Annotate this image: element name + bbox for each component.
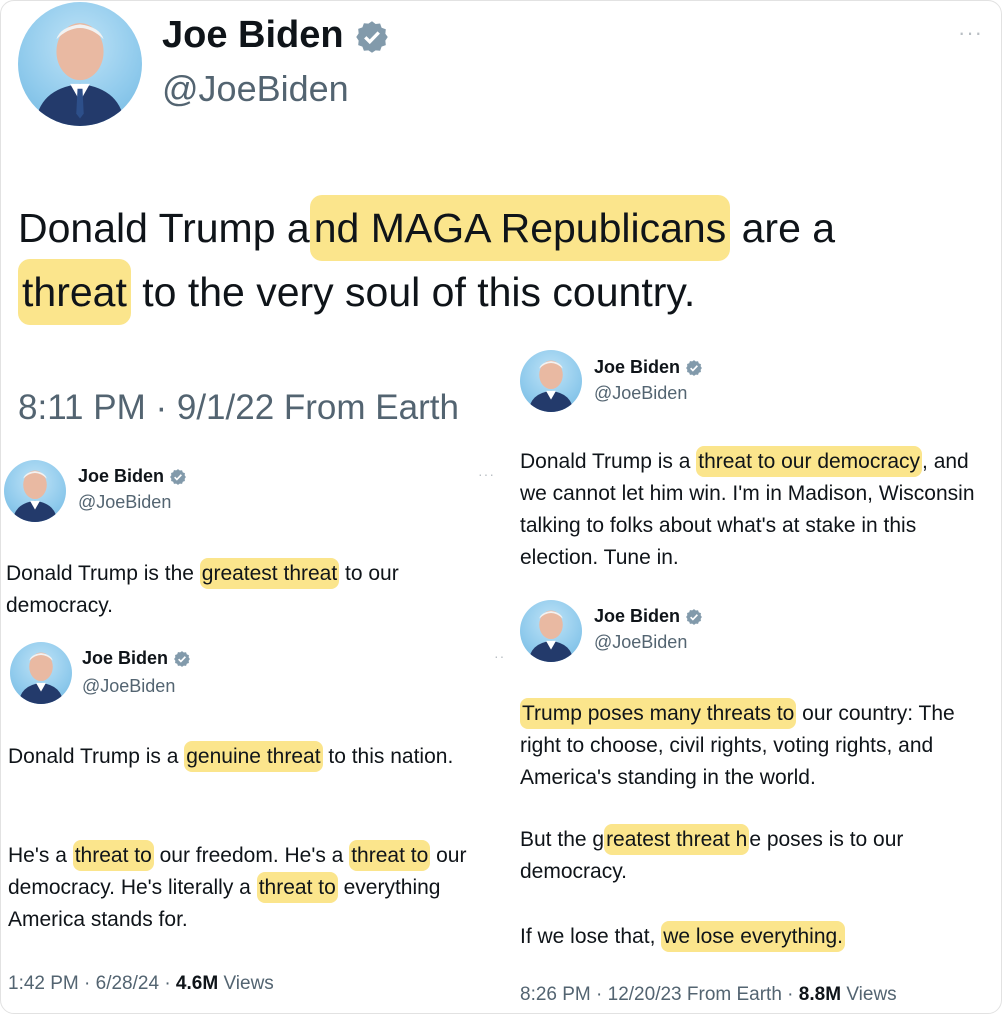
avatar-portrait-icon <box>528 360 574 412</box>
highlight: greatest threat <box>199 558 340 589</box>
tweet-text: But the greatest threat he poses is to o… <box>520 824 990 888</box>
avatar[interactable] <box>4 460 66 522</box>
author-handle[interactable]: @JoeBiden <box>82 676 175 697</box>
more-options-icon[interactable]: ·· <box>494 648 505 664</box>
highlight: we lose everything. <box>661 921 846 952</box>
verified-badge-icon <box>686 360 702 377</box>
tweet-text: Donald Trump is a genuine threat to this… <box>8 741 463 773</box>
highlight: genuine threat <box>184 741 323 772</box>
verified-badge-icon <box>356 21 388 53</box>
highlight: threat to <box>256 872 338 903</box>
author-name[interactable]: Joe Biden <box>162 14 390 57</box>
more-options-icon[interactable]: ··· <box>478 466 495 482</box>
highlight: threat to <box>72 840 154 871</box>
highlight: threat <box>18 259 131 325</box>
highlight: Trump poses many threats to <box>520 698 797 729</box>
tweet-timestamp[interactable]: 8:11 PM · 9/1/22 From Earth <box>18 388 459 428</box>
avatar-portrait-icon <box>12 470 58 522</box>
avatar[interactable] <box>520 600 582 662</box>
view-count: 8.8M <box>798 984 842 1005</box>
tweet-timestamp[interactable]: 8:26 PM · 12/20/23 From Earth · 8.8M Vie… <box>520 984 897 1006</box>
author-handle[interactable]: @JoeBiden <box>594 632 687 653</box>
verified-badge-icon <box>174 651 190 668</box>
view-count: 4.6M <box>175 973 219 994</box>
author-name[interactable]: Joe Biden <box>594 357 703 378</box>
author-handle[interactable]: @JoeBiden <box>78 492 171 513</box>
tweet-text: Donald Trump is a threat to our democrac… <box>520 446 990 574</box>
verified-badge-icon <box>170 469 186 486</box>
highlight: threat to our democracy <box>696 446 923 477</box>
highlight: reatest threat h <box>604 824 750 855</box>
avatar-portrait-icon <box>18 652 64 704</box>
avatar[interactable] <box>520 350 582 412</box>
avatar-portrait-icon <box>528 610 574 662</box>
avatar[interactable] <box>10 642 72 704</box>
tweet-text: Trump poses many threats to our country:… <box>520 698 996 794</box>
highlight: nd MAGA Republicans <box>309 195 731 261</box>
highlight: threat to <box>349 840 431 871</box>
tweet-text: Donald Trump and MAGA Republicans are a … <box>18 195 988 325</box>
author-handle[interactable]: @JoeBiden <box>162 68 349 110</box>
author-handle[interactable]: @JoeBiden <box>594 383 687 404</box>
more-options-icon[interactable]: ··· <box>958 20 983 46</box>
author-name[interactable]: Joe Biden <box>594 606 703 627</box>
tweet-text: He's a threat to our freedom. He's a thr… <box>8 840 508 936</box>
author-name[interactable]: Joe Biden <box>82 648 191 669</box>
tweet-text: If we lose that, we lose everything. <box>520 921 990 953</box>
tweet-timestamp[interactable]: 1:42 PM · 6/28/24 · 4.6M Views <box>8 973 274 995</box>
avatar[interactable] <box>18 2 142 126</box>
author-name[interactable]: Joe Biden <box>78 466 187 487</box>
avatar-portrait-icon <box>35 23 125 126</box>
verified-badge-icon <box>686 609 702 626</box>
tweet-text: Donald Trump is the greatest threat to o… <box>6 558 476 622</box>
